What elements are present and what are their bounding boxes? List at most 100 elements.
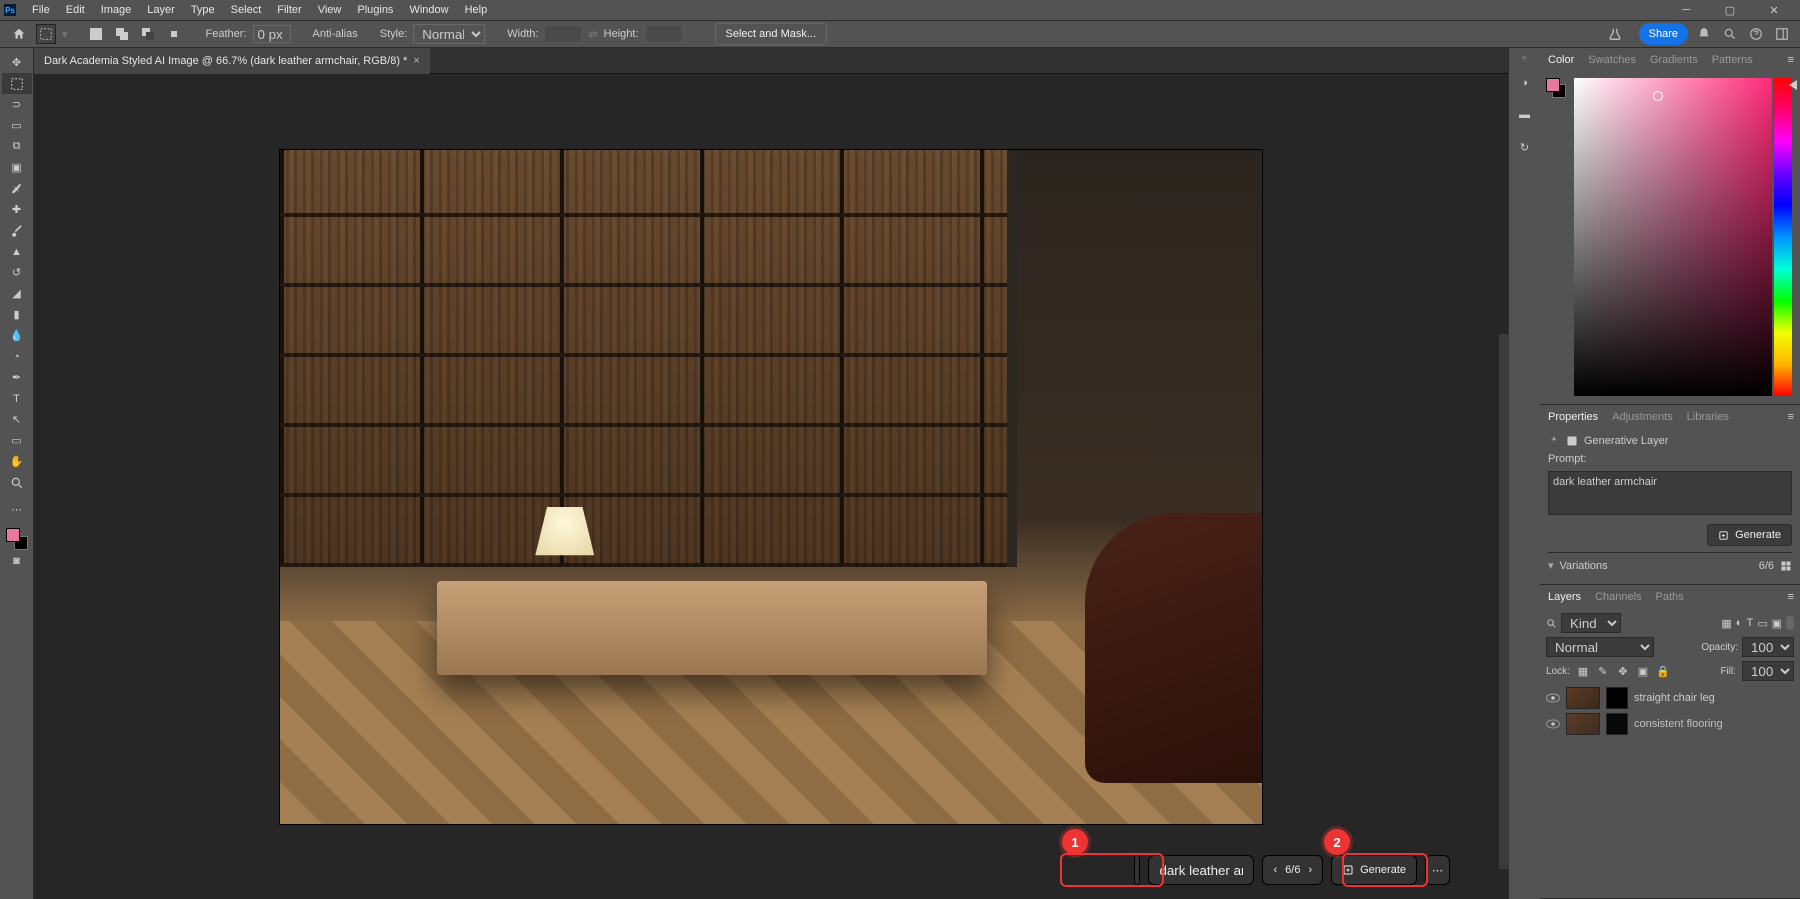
generative-prompt-box[interactable] [1148,855,1254,885]
object-select-tool[interactable]: ▭ [2,115,32,136]
menu-filter[interactable]: Filter [269,0,309,20]
type-tool[interactable]: T [2,388,32,409]
filter-adjust-icon[interactable]: ◐ [1736,617,1743,629]
history-brush-tool[interactable]: ↺ [2,262,32,283]
style-select[interactable]: Normal [413,24,485,44]
eraser-tool[interactable]: ◢ [2,283,32,304]
pen-tool[interactable]: ✒ [2,367,32,388]
tab-swatches[interactable]: Swatches [1586,51,1638,69]
color-picker[interactable] [1540,72,1800,404]
tab-properties[interactable]: Properties [1546,408,1600,426]
menu-file[interactable]: File [24,0,58,20]
selection-intersect[interactable] [164,24,184,44]
window-minimize-button[interactable]: ─ [1664,0,1708,20]
layer-row[interactable]: straight chair leg [1546,685,1794,711]
tab-libraries[interactable]: Libraries [1685,408,1731,426]
lock-pixels-icon[interactable]: ▦ [1576,664,1590,678]
filter-shape-icon[interactable]: ▭ [1757,617,1767,630]
next-variation-button[interactable]: › [1308,864,1312,876]
shape-tool[interactable]: ▭ [2,430,32,451]
frame-tool[interactable]: ▣ [2,157,32,178]
lock-all-icon[interactable]: 🔒 [1656,664,1670,678]
stamp-tool[interactable]: ▲ [2,241,32,262]
window-close-button[interactable]: ✕ [1752,0,1796,20]
grid-icon[interactable] [1780,560,1792,572]
layer-name[interactable]: straight chair leg [1634,692,1715,704]
filter-pixel-icon[interactable]: ▦ [1721,617,1731,630]
filter-toggle[interactable] [1786,616,1794,630]
tab-layers[interactable]: Layers [1546,588,1583,606]
hue-indicator[interactable] [1789,80,1797,90]
menu-view[interactable]: View [310,0,350,20]
comments-icon[interactable]: ▬ [1514,104,1536,126]
quick-mask-toggle[interactable]: ◙ [2,550,32,571]
select-and-mask-button[interactable]: Select and Mask... [715,23,828,45]
panel-menu-icon[interactable]: ≡ [1788,411,1794,423]
lock-brush-icon[interactable]: ✎ [1596,664,1610,678]
history-icon[interactable]: ↻ [1514,136,1536,158]
dodge-tool[interactable]: ◔ [2,346,32,367]
prompt-textarea[interactable]: dark leather armchair [1548,471,1792,515]
hand-tool[interactable]: ✋ [2,451,32,472]
taskbar-grip[interactable] [1134,855,1140,885]
menu-help[interactable]: Help [457,0,496,20]
blend-mode-select[interactable]: Normal [1546,637,1654,657]
panel-menu-icon[interactable]: ≡ [1788,54,1794,66]
properties-generate-button[interactable]: Generate [1707,524,1792,546]
layer-name[interactable]: consistent flooring [1634,718,1723,730]
saturation-field[interactable] [1574,78,1772,396]
gradient-tool[interactable]: ▮ [2,304,32,325]
search-icon[interactable] [1720,24,1740,44]
eyedropper-tool[interactable] [2,178,32,199]
notifications-icon[interactable] [1694,24,1714,44]
tab-patterns[interactable]: Patterns [1710,51,1755,69]
zoom-tool[interactable] [2,472,32,493]
menu-window[interactable]: Window [401,0,456,20]
canvas[interactable] [280,150,1262,824]
selection-add[interactable] [112,24,132,44]
layer-mask-thumbnail[interactable] [1606,713,1628,735]
foreground-color-swatch[interactable] [6,528,20,542]
layer-thumbnail[interactable] [1566,713,1600,735]
selection-subtract[interactable] [138,24,158,44]
path-select-tool[interactable]: ↖ [2,409,32,430]
layer-row[interactable]: consistent flooring [1546,711,1794,737]
marquee-tool-indicator[interactable] [36,24,56,44]
move-tool[interactable]: ✥ [2,52,32,73]
blur-tool[interactable]: 💧 [2,325,32,346]
menu-image[interactable]: Image [93,0,140,20]
layer-thumbnail[interactable] [1566,687,1600,709]
feather-input[interactable] [253,25,291,43]
marquee-tool[interactable] [2,73,32,94]
vertical-scrollbar[interactable] [1499,334,1509,869]
help-icon[interactable] [1746,24,1766,44]
lock-artboard-icon[interactable]: ▣ [1636,664,1650,678]
layer-mask-thumbnail[interactable] [1606,687,1628,709]
selection-new[interactable] [86,24,106,44]
tab-gradients[interactable]: Gradients [1648,51,1700,69]
tab-paths[interactable]: Paths [1654,588,1686,606]
fill-input[interactable]: 100% [1742,661,1794,681]
edit-toolbar[interactable]: ⋯ [2,499,32,520]
filter-type-icon[interactable]: T [1746,617,1753,629]
healing-tool[interactable]: ✚ [2,199,32,220]
brush-tool[interactable] [2,220,32,241]
beaker-icon[interactable] [1605,24,1625,44]
lock-position-icon[interactable]: ✥ [1616,664,1630,678]
layer-filter-kind[interactable]: Kind [1561,613,1621,633]
close-icon[interactable]: × [413,55,419,67]
menu-type[interactable]: Type [183,0,223,20]
menu-select[interactable]: Select [223,0,270,20]
document-tab[interactable]: Dark Academia Styled AI Image @ 66.7% (d… [34,48,430,74]
visibility-icon[interactable] [1546,719,1560,729]
menu-plugins[interactable]: Plugins [349,0,401,20]
prev-variation-button[interactable]: ‹ [1273,864,1277,876]
hue-strip[interactable] [1774,78,1792,396]
color-swatches[interactable] [6,528,28,550]
crop-tool[interactable]: ⧉ [2,136,32,157]
visibility-icon[interactable] [1546,693,1560,703]
workspace-icon[interactable] [1772,24,1792,44]
generate-button[interactable]: Generate [1331,855,1417,885]
window-maximize-button[interactable]: ▢ [1708,0,1752,20]
tab-channels[interactable]: Channels [1593,588,1643,606]
